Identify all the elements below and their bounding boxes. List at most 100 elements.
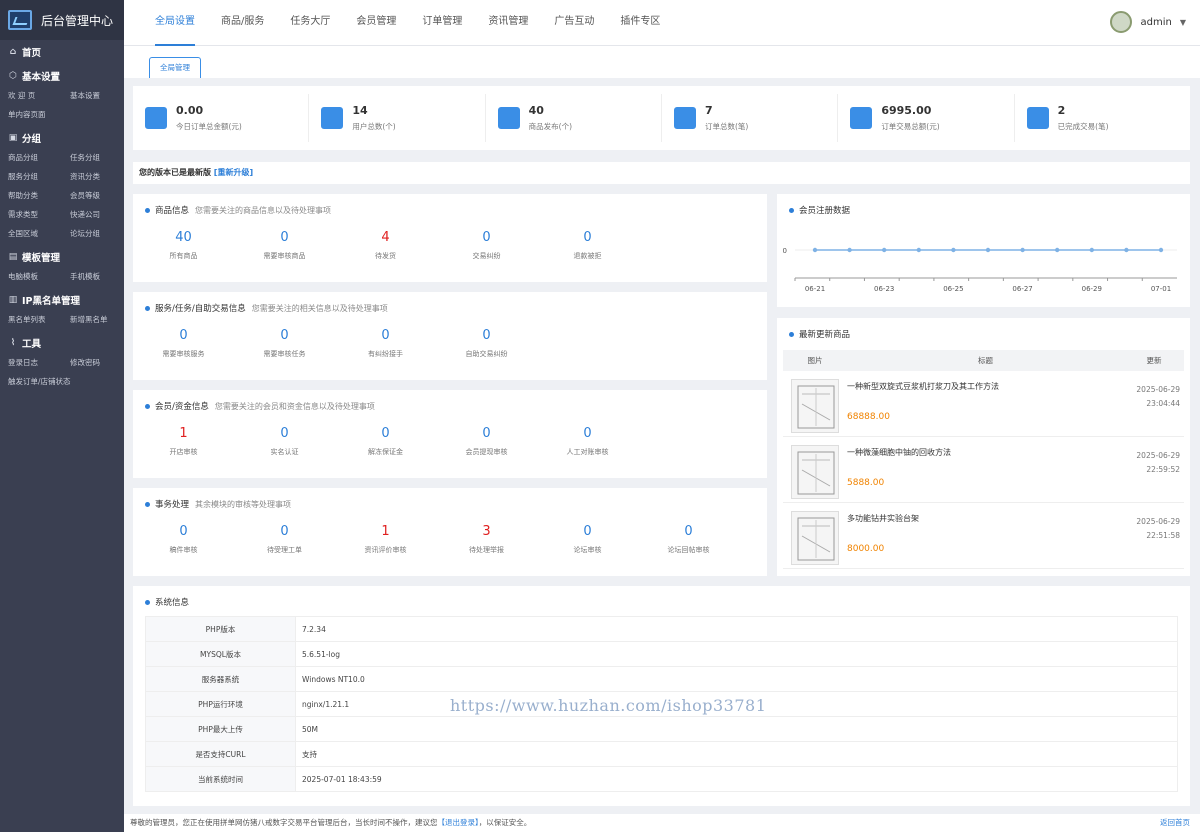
top-nav-tab-6[interactable]: 广告互动: [541, 0, 607, 46]
sidebar-item[interactable]: 服务分组: [8, 167, 70, 186]
trash-like-icon: [1026, 107, 1049, 129]
upgrade-link[interactable]: [重新升级]: [214, 168, 253, 177]
top-nav-tab-2[interactable]: 任务大厅: [277, 0, 343, 46]
counter[interactable]: 0 交易纠纷: [436, 230, 537, 261]
counter-value: 3: [482, 524, 491, 539]
sidebar-item[interactable]: 新增黑名单: [70, 310, 132, 329]
counter[interactable]: 0 退款被拒: [537, 230, 638, 261]
counter[interactable]: 0 自助交易纠纷: [436, 328, 537, 359]
counter[interactable]: 0 论坛回帖审核: [638, 524, 739, 555]
sidebar-section-1[interactable]: ▣ 分组: [0, 128, 124, 148]
sidebar-item[interactable]: 基本设置: [70, 86, 132, 105]
sidebar-section-4[interactable]: ⌇ 工具: [0, 333, 124, 353]
sidebar-section-3[interactable]: ▥ IP黑名单管理: [0, 290, 124, 310]
x-tick-label: 06-21: [805, 285, 825, 293]
sidebar-item[interactable]: 电脑模板: [8, 267, 70, 286]
back-home-link[interactable]: 返回首页: [1160, 814, 1190, 832]
sidebar-item[interactable]: 任务分组: [70, 148, 132, 167]
col-title: 标题: [978, 356, 993, 365]
system-row: PHP版本 7.2.34: [145, 616, 1178, 642]
sidebar-item[interactable]: 触发订单/店铺状态: [8, 372, 71, 391]
counter[interactable]: 3 待处理举报: [436, 524, 537, 555]
product-title[interactable]: 一种微藻细胞中铀的回收方法: [847, 447, 1114, 458]
counter[interactable]: 0 解冻保证金: [335, 426, 436, 457]
username: admin: [1140, 16, 1172, 28]
product-row[interactable]: 一种微藻细胞中铀的回收方法 5888.00 2025-06-29 22:59:52: [783, 437, 1184, 503]
counter[interactable]: 1 开店审核: [133, 426, 234, 457]
monitor-logo-icon: [8, 10, 32, 30]
counter-value: 0: [583, 230, 592, 245]
product-thumbnail[interactable]: [791, 379, 839, 433]
counter-value: 4: [381, 230, 390, 245]
user-menu[interactable]: admin ▼: [1109, 11, 1186, 33]
logout-link[interactable]: 【退出登录】: [438, 818, 479, 827]
sidebar-item[interactable]: 登录日志: [8, 353, 70, 372]
sidebar-item[interactable]: 手机模板: [70, 267, 132, 286]
sidebar-item[interactable]: 论坛分组: [70, 224, 132, 243]
top-nav-tab-5[interactable]: 资讯管理: [475, 0, 541, 46]
sidebar-item[interactable]: 帮助分类: [8, 186, 70, 205]
logo[interactable]: 后台管理中心: [0, 0, 124, 40]
stat-card[interactable]: 6995.00 订单交易总额(元): [838, 94, 1015, 142]
top-nav-tab-1[interactable]: 商品/服务: [208, 0, 277, 46]
sidebar-item-home[interactable]: ⌂ 首页: [0, 42, 124, 62]
counter[interactable]: 4 待发货: [335, 230, 436, 261]
counter[interactable]: 0 会员提现审核: [436, 426, 537, 457]
product-title[interactable]: 多功能钻井实验台架: [847, 513, 1114, 524]
sidebar-item[interactable]: 修改密码: [70, 353, 132, 372]
counter[interactable]: 0 论坛审核: [537, 524, 638, 555]
sidebar-item[interactable]: 会员等级: [70, 186, 132, 205]
sidebar-item[interactable]: 商品分组: [8, 148, 70, 167]
stat-text: 6995.00 订单交易总额(元): [881, 104, 939, 132]
top-nav-tab-3[interactable]: 会员管理: [343, 0, 409, 46]
counter[interactable]: 0 需要审核服务: [133, 328, 234, 359]
stat-card[interactable]: 0.00 今日订单总金额(元): [133, 94, 310, 142]
system-row: PHP最大上传 50M: [145, 716, 1178, 742]
counter[interactable]: 1 资讯评价审核: [335, 524, 436, 555]
product-row[interactable]: 一种新型双旋式豆浆机打浆刀及其工作方法 68888.00 2025-06-29 23:…: [783, 371, 1184, 437]
bullet-dot: [145, 207, 150, 213]
product-row[interactable]: 多功能钻井实验台架 8000.00 2025-06-29 22:51:58: [783, 503, 1184, 569]
users-icon: [321, 107, 344, 129]
counter[interactable]: 0 稿件审核: [133, 524, 234, 555]
patent-drawing-icon: [797, 451, 835, 495]
tab-global-manage[interactable]: 全局管理: [149, 57, 201, 78]
info-box-3: 事务处理 其余模块的审核等处理事项 0 稿件审核 0 待受理工单 1 资讯评价审核 3 待处理举报…: [133, 488, 767, 576]
col-updated: 更新: [1146, 356, 1162, 365]
sidebar-item[interactable]: 快递公司: [70, 205, 132, 224]
top-nav-tab-7[interactable]: 插件专区: [607, 0, 673, 46]
sidebar-item[interactable]: 单内容页面: [8, 105, 70, 124]
sidebar-item[interactable]: 需求类型: [8, 205, 70, 224]
counter[interactable]: 0 人工对账审核: [537, 426, 638, 457]
counter[interactable]: 0 实名认证: [234, 426, 335, 457]
product-thumbnail[interactable]: [791, 445, 839, 499]
sidebar-item[interactable]: 欢 迎 页: [8, 86, 70, 105]
sidebar-section-0[interactable]: ⬡ 基本设置: [0, 66, 124, 86]
counter[interactable]: 0 有纠纷接手: [335, 328, 436, 359]
x-tick-label: 06-27: [1012, 285, 1032, 293]
product-title[interactable]: 一种新型双旋式豆浆机打浆刀及其工作方法: [847, 381, 1114, 392]
info-box-counters: 40 所有商品 0 需要审核商品 4 待发货 0 交易纠纷 0 退款被拒: [133, 230, 767, 261]
product-updated: 2025-06-29 23:04:44: [1114, 371, 1184, 436]
stat-card[interactable]: 7 订单总数(笔): [662, 94, 839, 142]
cube-icon: ⬡: [9, 71, 17, 81]
counter[interactable]: 40 所有商品: [133, 230, 234, 261]
system-value: 5.6.51-log: [295, 641, 1178, 667]
info-box-counters: 1 开店审核 0 实名认证 0 解冻保证金 0 会员提现审核 0 人工对账审核: [133, 426, 767, 457]
product-thumbnail[interactable]: [791, 511, 839, 565]
counter[interactable]: 0 待受理工单: [234, 524, 335, 555]
counter[interactable]: 0 需要审核任务: [234, 328, 335, 359]
product-price: 8000.00: [847, 544, 885, 554]
top-nav-tab-4[interactable]: 订单管理: [409, 0, 475, 46]
sidebar-section-2[interactable]: ▤ 模板管理: [0, 247, 124, 267]
sidebar-item[interactable]: 黑名单列表: [8, 310, 70, 329]
counter[interactable]: 0 需要审核商品: [234, 230, 335, 261]
stat-card[interactable]: 14 用户总数(个): [309, 94, 486, 142]
counter-label: 资讯评价审核: [364, 546, 407, 554]
avatar[interactable]: [1109, 11, 1132, 33]
stat-card[interactable]: 40 商品发布(个): [486, 94, 662, 142]
stat-card[interactable]: 2 已完成交易(笔): [1015, 94, 1190, 142]
sidebar-item[interactable]: 资讯分类: [70, 167, 132, 186]
sidebar-item[interactable]: 全国区域: [8, 224, 70, 243]
top-nav-tab-0[interactable]: 全局设置: [142, 0, 208, 46]
